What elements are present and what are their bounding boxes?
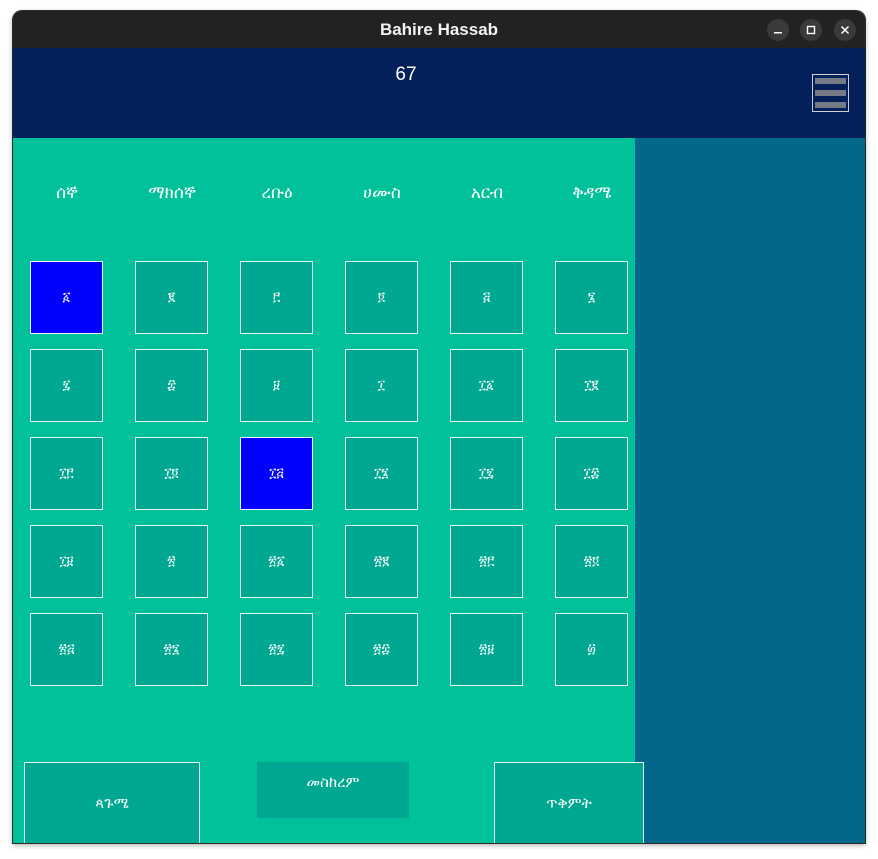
calendar-day-cell[interactable]: ፲፮ [345,437,418,510]
calendar-day-cell[interactable]: ፱ [240,349,313,422]
close-button[interactable] [834,19,856,41]
calendar-day-cell[interactable]: ፴ [555,613,628,686]
calendar-day-cell[interactable]: ፳፮ [135,613,208,686]
weekday-header: ቅዳሜ [572,183,612,203]
year-label: 67 [395,64,417,85]
weekday-header: ሀሙስ [363,183,401,203]
app-window: Bahire Hassab 67 ሰኞ ማክሰኞ ረቡዕ ሀሙስ አርብ ቅዳሜ ፩፪፫፬… [13,11,865,843]
calendar-day-cell[interactable]: ፲ [345,349,418,422]
calendar-day-cell[interactable]: ፳፬ [555,525,628,598]
menu-icon-bar [815,90,846,96]
weekday-header: ሰኞ [56,183,78,203]
weekday-header: አርብ [470,183,504,203]
calendar-day-cell[interactable]: ፲፩ [450,349,523,422]
calendar-day-cell[interactable]: ፫ [240,261,313,334]
app-header: 67 [13,48,865,138]
side-panel [635,138,865,843]
calendar-day-cell[interactable]: ፰ [135,349,208,422]
calendar-day-cell[interactable]: ፲፰ [555,437,628,510]
menu-button[interactable] [812,74,849,112]
menu-icon-bar [815,102,846,108]
weekday-header: ረቡዕ [261,183,293,203]
calendar-day-cell[interactable]: ፳፯ [240,613,313,686]
meskerem-button[interactable]: መስከረም [257,762,409,818]
calendar-day-cell[interactable]: ፲፪ [555,349,628,422]
calendar-day-cell[interactable]: ፳፱ [450,613,523,686]
calendar-day-cell[interactable]: ፲፱ [30,525,103,598]
calendar-day-cell[interactable]: ፳ [135,525,208,598]
calendar-day-cell[interactable]: ፲፬ [135,437,208,510]
title-bar[interactable]: Bahire Hassab [13,11,865,48]
calendar-day-cell[interactable]: ፳፩ [240,525,313,598]
calendar-day-cell[interactable]: ፳፭ [30,613,103,686]
calendar-day-cell[interactable]: ፮ [555,261,628,334]
close-icon [840,25,850,35]
calendar-day-cell[interactable]: ፳፫ [450,525,523,598]
weekday-header: ማክሰኞ [148,183,196,203]
minimize-button[interactable] [767,19,789,41]
calendar-day-cell[interactable]: ፯ [30,349,103,422]
window-title: Bahire Hassab [379,20,499,39]
calendar-day-cell[interactable]: ፩ [30,261,103,334]
calendar-day-cell[interactable]: ፲፫ [30,437,103,510]
calendar-day-cell[interactable]: ፲፭ [240,437,313,510]
calendar-day-cell[interactable]: ፲፯ [450,437,523,510]
calendar-day-cell[interactable]: ፬ [345,261,418,334]
minimize-icon [774,32,782,34]
pagume-button[interactable]: ጳጉሜ [24,762,200,843]
maximize-button[interactable] [800,19,822,41]
calendar-day-cell[interactable]: ፪ [135,261,208,334]
calendar-day-cell[interactable]: ፭ [450,261,523,334]
calendar-day-cell[interactable]: ፳፰ [345,613,418,686]
maximize-icon [806,25,816,35]
calendar-day-cell[interactable]: ፳፪ [345,525,418,598]
tikimt-button[interactable]: ጥቅምት [494,762,644,843]
hamburger-menu-icon [815,78,846,84]
